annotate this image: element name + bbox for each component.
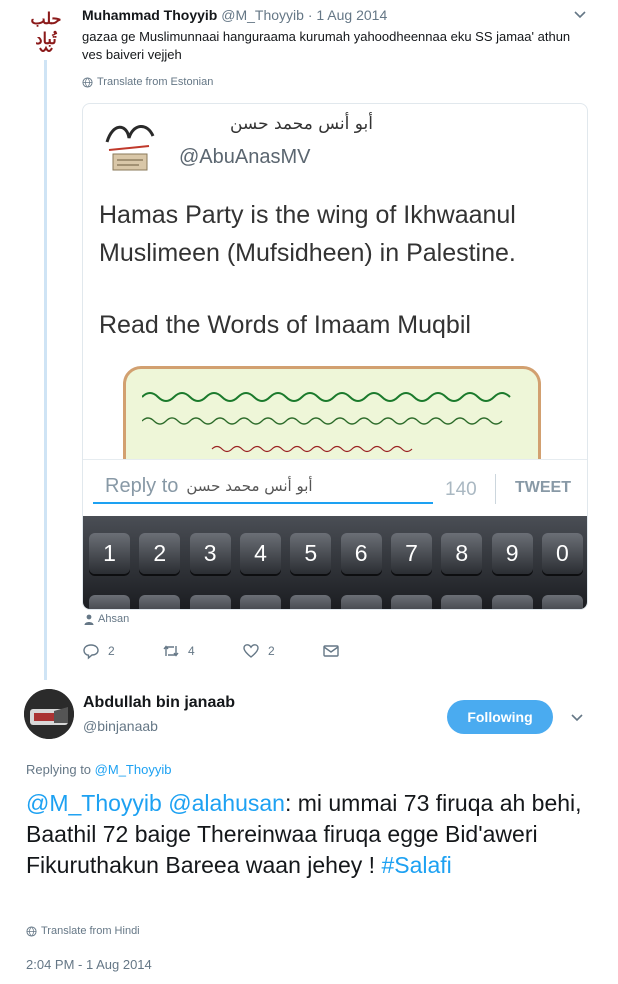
key-partial xyxy=(239,595,281,609)
globe-icon xyxy=(26,925,37,937)
avatar-text-bottom: تُباد xyxy=(35,29,57,48)
key-4: 4 xyxy=(239,533,281,574)
key-partial xyxy=(541,595,583,609)
key-0: 0 xyxy=(541,533,583,574)
hashtag-link[interactable]: #Salafi xyxy=(381,852,451,878)
mention-link[interactable]: @M_Thoyyib xyxy=(26,790,162,816)
author-handle[interactable]: @binjanaab xyxy=(83,718,158,734)
embedded-text-line-1: Hamas Party is the wing of Ikhwaanul xyxy=(99,201,516,229)
embedded-text-line-2: Muslimeen (Mufsidheen) in Palestine. xyxy=(99,239,516,267)
media-credit[interactable]: Ahsan xyxy=(84,613,129,625)
key-partial xyxy=(441,595,483,609)
header-separator: · xyxy=(307,7,313,23)
key-partial xyxy=(89,595,130,609)
reply-input: Reply to أبو أنس محمد حسن xyxy=(93,470,433,504)
reply-composer: Reply to أبو أنس محمد حسن 140 TWEET xyxy=(83,459,587,516)
reply-placeholder: Reply to xyxy=(105,474,179,497)
key-1: 1 xyxy=(89,533,130,574)
retweet-count: 4 xyxy=(188,644,195,658)
reply-action[interactable]: 2 xyxy=(82,642,162,660)
key-partial xyxy=(290,595,332,609)
message-action[interactable] xyxy=(322,642,402,660)
author-handle[interactable]: @M_Thoyyib xyxy=(221,7,304,23)
like-count: 2 xyxy=(268,644,275,658)
retweet-icon xyxy=(163,645,179,657)
tweet-button: TWEET xyxy=(515,479,571,496)
translate-link[interactable]: Translate from Estonian xyxy=(82,76,213,88)
avatar[interactable]: حلب تُباد xyxy=(24,6,68,54)
person-icon xyxy=(84,614,94,625)
translate-label: Translate from Estonian xyxy=(97,76,214,88)
character-count: 140 xyxy=(445,479,477,500)
like-action[interactable]: 2 xyxy=(242,642,322,660)
reply-arabic-name: أبو أنس محمد حسن xyxy=(186,477,313,495)
key-7: 7 xyxy=(390,533,432,574)
key-5: 5 xyxy=(290,533,332,574)
key-6: 6 xyxy=(340,533,382,574)
key-3: 3 xyxy=(189,533,231,574)
thaana-scribble-art xyxy=(142,392,511,453)
tweet-actions: 2 4 2 xyxy=(82,642,402,660)
credit-name: Ahsan xyxy=(98,613,130,625)
avatar[interactable] xyxy=(24,689,74,739)
key-2: 2 xyxy=(139,533,181,574)
retweet-action[interactable]: 4 xyxy=(162,642,242,660)
translate-label: Translate from Hindi xyxy=(41,925,140,937)
tweet-header: Muhammad Thoyyib @M_Thoyyib · 1 Aug 2014 xyxy=(82,7,387,23)
key-partial xyxy=(390,595,432,609)
envelope-icon xyxy=(323,645,339,657)
mention-link[interactable]: @alahusan xyxy=(168,790,285,816)
reply-icon xyxy=(83,644,99,660)
reply-count: 2 xyxy=(108,644,115,658)
replying-prefix: Replying to xyxy=(26,762,92,777)
keyboard-second-row xyxy=(89,595,583,609)
translate-link[interactable]: Translate from Hindi xyxy=(26,925,140,937)
thread-connector-line xyxy=(44,60,47,680)
heart-icon xyxy=(243,644,259,658)
key-9: 9 xyxy=(491,533,533,574)
tweet-date[interactable]: 1 Aug 2014 xyxy=(316,7,387,23)
author-name[interactable]: Muhammad Thoyyib xyxy=(82,7,217,23)
key-partial xyxy=(491,595,533,609)
tweet-timestamp[interactable]: 2:04 PM - 1 Aug 2014 xyxy=(26,957,152,972)
replying-handle-link[interactable]: @M_Thoyyib xyxy=(95,762,172,777)
numeric-keyboard: 1 2 3 4 5 6 7 8 9 0 xyxy=(83,516,587,609)
chevron-down-icon[interactable] xyxy=(573,8,587,22)
tweet-media-image[interactable]: أبو أنس محمد حسن @AbuAnasMV Hamas Party … xyxy=(82,103,588,610)
key-8: 8 xyxy=(441,533,483,574)
key-partial xyxy=(139,595,181,609)
chevron-down-icon[interactable] xyxy=(570,711,584,725)
tweet-body: @M_Thoyyib @alahusan: mi ummai 73 firuqa… xyxy=(26,788,596,881)
composer-divider xyxy=(495,474,496,504)
avatar-text-top: حلب xyxy=(31,9,62,28)
replying-to: Replying to @M_Thoyyib xyxy=(26,762,171,777)
key-partial xyxy=(189,595,231,609)
following-button[interactable]: Following xyxy=(447,700,553,734)
author-name[interactable]: Abdullah bin janaab xyxy=(83,694,235,712)
tweet-text: gazaa ge Muslimunnaai hanguraama kurumah… xyxy=(82,29,571,62)
globe-icon xyxy=(82,76,93,88)
embedded-display-name: أبو أنس محمد حسن xyxy=(229,114,373,134)
embedded-handle: @AbuAnasMV xyxy=(179,146,311,168)
embedded-text-line-3: Read the Words of Imaam Muqbil xyxy=(99,311,471,339)
key-partial xyxy=(340,595,382,609)
